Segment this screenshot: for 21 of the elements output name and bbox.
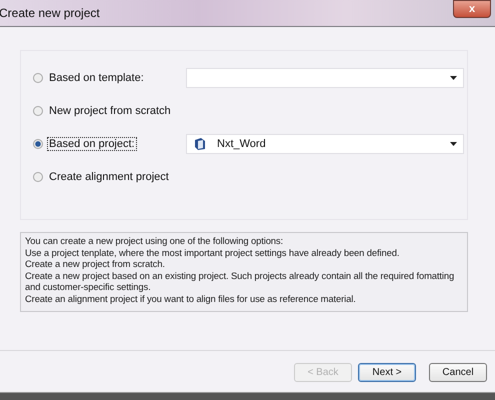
dialog-button[interactable]: Cancel [429,363,487,382]
radio-button[interactable] [33,138,43,148]
option-label[interactable]: Based on project: [47,136,137,150]
caret-icon [450,76,457,80]
option-label[interactable]: Based on template: [47,70,146,84]
dropdown[interactable]: Nxt_Word [186,134,464,154]
caret-icon [450,142,457,146]
description-text: Use a project tenplate, where the most important project settings have already been defined. [25,246,400,258]
radio-button[interactable] [33,106,43,116]
radio-button[interactable] [33,72,43,82]
description-text: Create an alignment project if you want to align files for use as reference material. [25,292,357,305]
description-text: Create a new project based on an existing project. Such projects already contain all the required fomatting and customer-specific settings. [25,270,456,293]
dropdown[interactable] [186,68,464,88]
option-label[interactable]: New project from scratch [47,104,173,118]
dropdown-value: Nxt_Word [216,138,267,150]
description-text: You can create a new project using one of the following options: [25,235,284,247]
description-text: Create a new project from scratch. [25,258,166,270]
radio-button[interactable] [33,172,43,182]
project-icon [193,136,207,150]
option-label[interactable]: Create alignment project [47,170,171,184]
dialog-button[interactable]: Next > [358,363,416,382]
